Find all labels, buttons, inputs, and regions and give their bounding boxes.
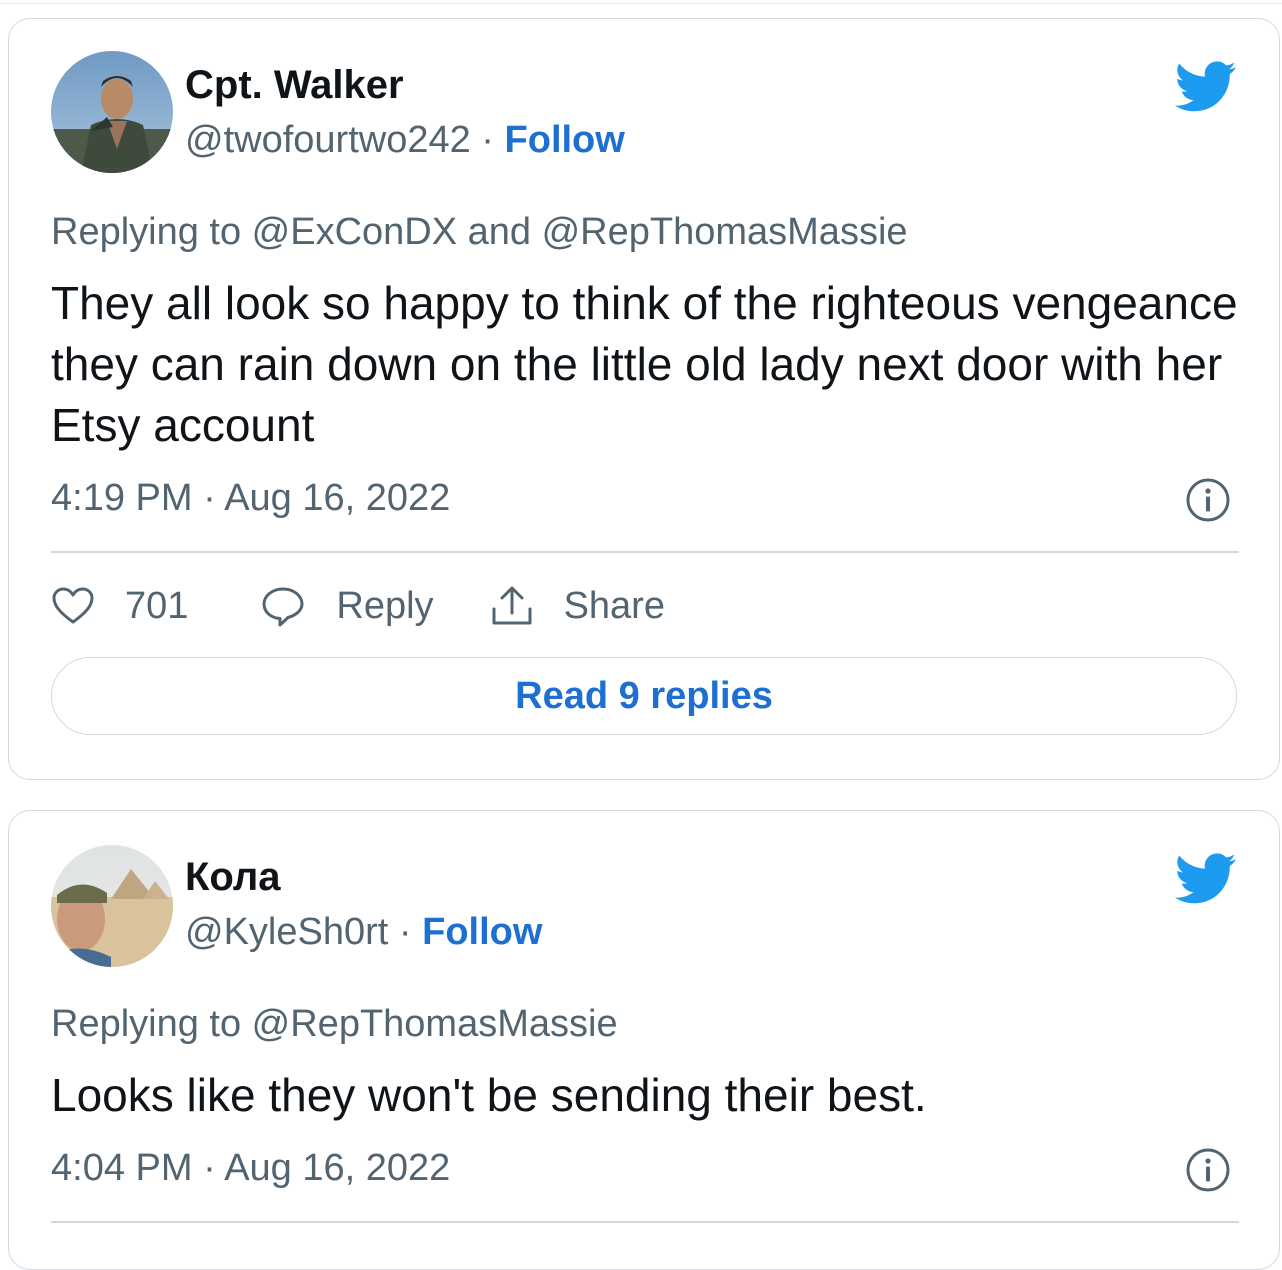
tweet-text: They all look so happy to think of the r… — [51, 277, 1238, 451]
share-label: Share — [563, 584, 665, 627]
twitter-bird-icon[interactable] — [1175, 853, 1237, 905]
replying-to: Replying to @RepThomasMassie — [51, 1003, 618, 1045]
tweet-timestamp[interactable]: 4:19 PM · Aug 16, 2022 — [51, 477, 450, 520]
avatar[interactable] — [51, 845, 173, 967]
heart-icon — [52, 587, 94, 624]
reply-label: Reply — [336, 584, 434, 627]
follow-button[interactable]: Follow — [505, 119, 625, 161]
twitter-bird-icon[interactable] — [1175, 61, 1237, 113]
handle-row: @KyleSh0rt · Follow — [185, 911, 542, 954]
speech-bubble-icon — [262, 587, 304, 627]
tweet-card: Кола @KyleSh0rt · Follow Replying to @Re… — [8, 810, 1280, 1270]
separator-dot: · — [481, 119, 505, 161]
avatar[interactable] — [51, 51, 173, 173]
action-bar: 701 Reply Share — [51, 579, 665, 633]
tweet-timestamp[interactable]: 4:04 PM · Aug 16, 2022 — [51, 1147, 450, 1190]
top-divider-strip — [0, 0, 1282, 4]
tweet-card: Cpt. Walker @twofourtwo242 · Follow Repl… — [8, 18, 1280, 780]
info-circle-icon[interactable] — [1185, 1147, 1231, 1193]
author-name[interactable]: Cpt. Walker — [185, 63, 404, 108]
author-handle[interactable]: @KyleSh0rt — [185, 911, 388, 953]
author-handle[interactable]: @twofourtwo242 — [185, 119, 471, 161]
handle-row: @twofourtwo242 · Follow — [185, 119, 625, 162]
read-replies-button[interactable]: Read 9 replies — [51, 657, 1237, 735]
info-circle-icon[interactable] — [1185, 477, 1231, 523]
follow-button[interactable]: Follow — [422, 911, 542, 953]
share-button[interactable]: Share — [490, 585, 665, 628]
author-name[interactable]: Кола — [185, 855, 281, 900]
separator-dot: · — [398, 911, 423, 953]
tweet-text: Looks like they won't be sending their b… — [51, 1069, 927, 1121]
like-count: 701 — [125, 584, 189, 627]
reply-button[interactable]: Reply — [260, 584, 434, 628]
replying-to: Replying to @ExConDX and @RepThomasMassi… — [51, 211, 908, 253]
divider — [51, 1221, 1239, 1223]
like-button[interactable]: 701 — [51, 585, 188, 628]
divider — [51, 551, 1239, 553]
share-upload-icon — [492, 586, 532, 625]
